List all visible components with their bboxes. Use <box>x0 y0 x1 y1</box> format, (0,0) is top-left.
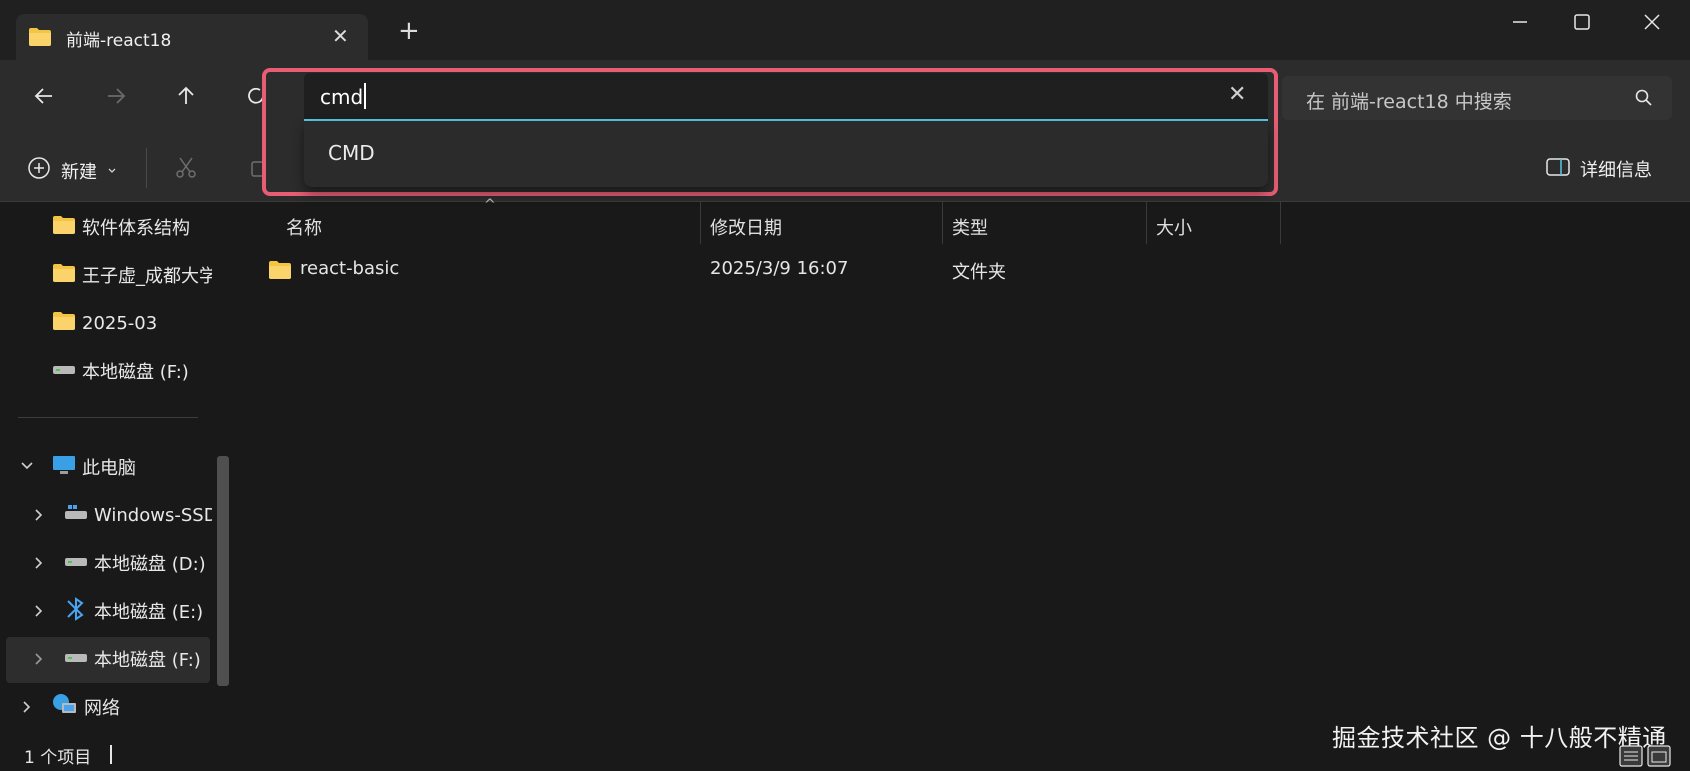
column-header-modified[interactable]: 修改日期 <box>710 214 782 256</box>
new-button[interactable]: 新建 <box>27 156 117 185</box>
close-window-icon[interactable] <box>1642 12 1662 36</box>
row-name: react-basic <box>300 258 400 279</box>
status-divider <box>110 745 112 764</box>
sidebar-scrollbar[interactable] <box>217 456 229 686</box>
search-input[interactable]: 在 前端-react18 中搜索 <box>1282 76 1672 120</box>
sidebar-item-label: 此电脑 <box>82 458 136 479</box>
column-divider[interactable] <box>1146 202 1147 244</box>
sidebar-item-label: 网络 <box>84 698 120 719</box>
sidebar-item-label: 2025-03 <box>82 312 158 334</box>
sidebar-item-wangzixu[interactable]: 王子虚_成都大学 <box>52 253 212 297</box>
network-icon <box>52 693 78 722</box>
column-header-name[interactable]: 名称 <box>286 214 322 256</box>
sidebar-item-network[interactable]: 网络 <box>52 685 120 729</box>
column-divider[interactable] <box>700 202 701 244</box>
item-count: 1 个项目 <box>24 748 92 768</box>
sidebar-item-windows-ssd[interactable]: Windows-SSD <box>64 493 212 537</box>
sidebar-item-label: 软件体系结构 <box>82 218 190 239</box>
computer-icon <box>52 455 76 480</box>
sort-ascending-icon: ^ <box>484 197 496 213</box>
sidebar-item-2025-03[interactable]: 2025-03 <box>52 301 157 345</box>
toolbar-divider <box>146 148 147 188</box>
drive-icon <box>52 361 76 382</box>
drive-icon <box>64 553 88 574</box>
folder-icon <box>52 311 76 336</box>
search-placeholder: 在 前端-react18 中搜索 <box>1306 91 1512 113</box>
sidebar-item-label: 本地磁盘 (E:) <box>94 602 204 623</box>
address-value: cmd <box>320 85 364 109</box>
sidebar-divider <box>18 417 198 418</box>
address-suggestions: CMD <box>304 121 1268 187</box>
new-label: 新建 <box>61 161 97 183</box>
sidebar-item-drive-e[interactable]: 本地磁盘 (E:) <box>64 589 203 633</box>
column-header-size[interactable]: 大小 <box>1156 214 1192 256</box>
windows-drive-icon <box>64 504 88 527</box>
file-list: ^ 名称 修改日期 类型 大小 react-basic 2025/3/9 16:… <box>238 197 1690 742</box>
close-icon[interactable]: ✕ <box>332 24 349 48</box>
sidebar-item-label: 本地磁盘 (F:) <box>82 362 189 383</box>
minimize-icon[interactable] <box>1510 12 1530 36</box>
sidebar-item-drive-f[interactable]: 本地磁盘 (F:) <box>64 637 201 681</box>
sidebar-item-label: 本地磁盘 (D:) <box>94 554 206 575</box>
address-input[interactable]: cmd ✕ <box>304 73 1268 121</box>
chevron-down-icon[interactable] <box>20 458 34 477</box>
maximize-icon[interactable] <box>1572 12 1592 36</box>
row-type: 文件夹 <box>952 262 1006 283</box>
sidebar-item-label: 本地磁盘 (F:) <box>94 650 201 671</box>
drive-icon <box>64 649 88 670</box>
sidebar-item-label: 王子虚_成都大学 <box>82 266 212 287</box>
close-icon[interactable]: ✕ <box>1228 82 1246 107</box>
column-divider[interactable] <box>942 202 943 244</box>
chevron-down-icon <box>107 160 117 181</box>
search-icon <box>1634 88 1654 112</box>
details-label: 详细信息 <box>1580 160 1652 181</box>
text-caret <box>364 83 366 109</box>
folder-icon <box>268 260 292 285</box>
suggestion-item[interactable]: CMD <box>328 141 375 165</box>
watermark: 掘金技术社区 @ 十八般不精通 <box>1332 724 1667 752</box>
view-toggle-icons[interactable] <box>1618 742 1674 771</box>
new-tab-button[interactable]: + <box>398 18 420 44</box>
arrow-up-icon[interactable] <box>174 84 198 112</box>
details-pane-button[interactable]: 详细信息 <box>1546 156 1652 182</box>
chevron-right-icon[interactable] <box>32 555 46 574</box>
folder-icon <box>52 215 76 240</box>
folder-icon <box>28 27 52 51</box>
plus-circle-icon <box>27 156 51 185</box>
chevron-right-icon[interactable] <box>32 651 46 670</box>
arrow-right-icon[interactable] <box>104 84 128 112</box>
sidebar-item-this-pc[interactable]: 此电脑 <box>52 445 136 489</box>
sidebar-item-drive-d[interactable]: 本地磁盘 (D:) <box>64 541 206 585</box>
details-pane-icon <box>1546 157 1570 182</box>
folder-icon <box>52 263 76 288</box>
arrow-left-icon[interactable] <box>32 84 56 112</box>
bluetooth-drive-icon <box>64 596 88 626</box>
tab-current[interactable]: 前端-react18 ✕ <box>16 14 368 60</box>
row-modified: 2025/3/9 16:07 <box>710 258 849 279</box>
chevron-right-icon[interactable] <box>32 507 46 526</box>
tab-title: 前端-react18 <box>66 31 172 51</box>
sidebar-item-drive-f-quick[interactable]: 本地磁盘 (F:) <box>52 349 189 393</box>
title-bar: 前端-react18 ✕ + <box>0 0 1690 60</box>
column-divider[interactable] <box>1280 202 1281 244</box>
column-header-type[interactable]: 类型 <box>952 214 988 256</box>
sidebar-item-label: Windows-SSD <box>94 504 212 526</box>
sidebar-item-software-architecture[interactable]: 软件体系结构 <box>52 205 190 249</box>
chevron-right-icon[interactable] <box>20 699 34 718</box>
chevron-right-icon[interactable] <box>32 603 46 622</box>
cut-icon[interactable] <box>174 156 198 184</box>
